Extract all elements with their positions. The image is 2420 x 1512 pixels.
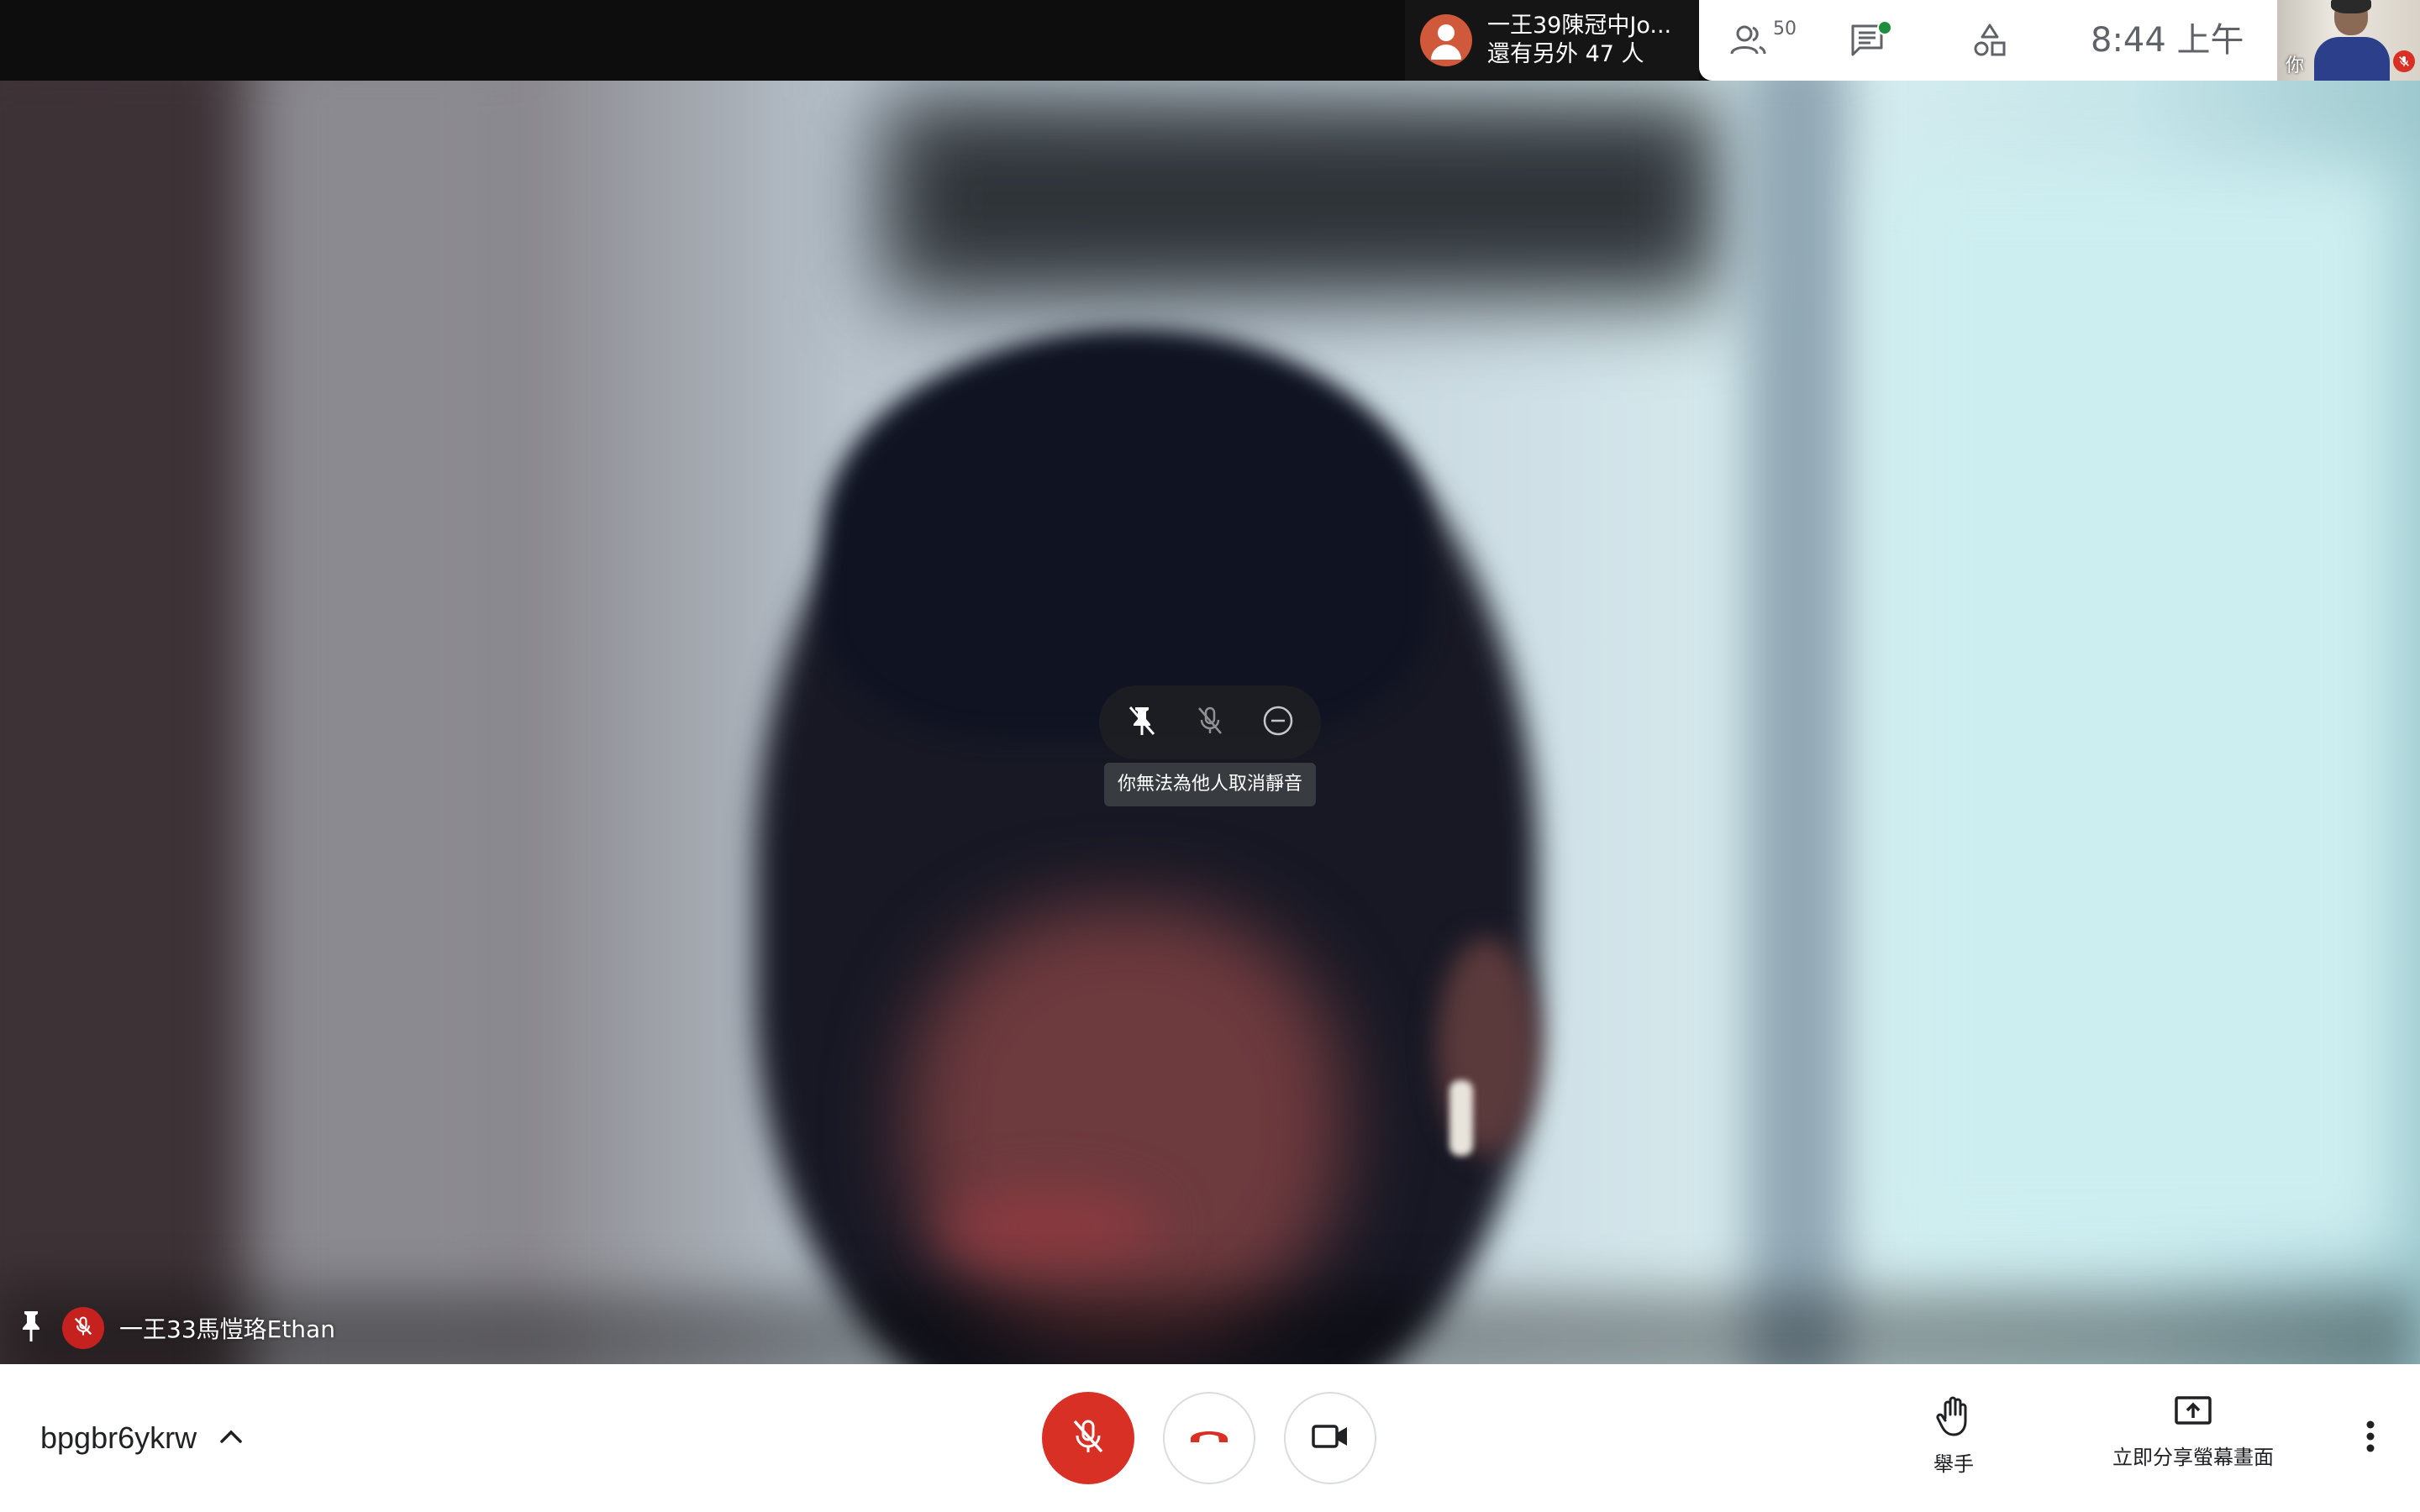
other-participants-count: 還有另外 47 人 (1487, 41, 1644, 67)
presenter-chip[interactable]: 一王39陳冠中Jo... 還有另外 47 人 (1405, 0, 1699, 81)
meeting-details-button[interactable]: bpgbr6ykrw (40, 1364, 244, 1512)
people-count: 50 (1773, 18, 1797, 39)
top-toolbar: 50 8:44 上午 (1699, 0, 2277, 81)
participant-name: 一王33馬愷珞Ethan (119, 1315, 335, 1343)
leave-call-button[interactable] (1163, 1392, 1255, 1484)
hang-up-icon (1187, 1424, 1231, 1453)
unpin-icon (1125, 704, 1159, 742)
mic-off-icon (2393, 50, 2415, 72)
microphone-toggle-button[interactable] (1042, 1392, 1134, 1484)
mic-off-icon (1068, 1416, 1108, 1461)
present-screen-icon (2173, 1394, 2213, 1436)
muted-indicator (62, 1307, 104, 1349)
more-options-button[interactable] (2349, 1411, 2391, 1465)
clock: 8:44 上午 (2091, 21, 2244, 60)
raise-hand-label: 舉手 (1933, 1452, 1974, 1476)
chat-button[interactable] (1817, 0, 1918, 81)
more-vert-icon (2365, 1420, 2375, 1457)
meet-call-window: 一王39陳冠中Jo... 還有另外 47 人 50 8:44 上午 你 你無法為… (0, 0, 2420, 1512)
camera-toggle-button[interactable] (1284, 1392, 1376, 1484)
people-icon (1729, 24, 1770, 57)
activities-button[interactable] (1939, 0, 2040, 81)
raise-hand-icon (1933, 1394, 1974, 1442)
avatar (1420, 14, 1472, 66)
pin-icon[interactable] (18, 1310, 44, 1347)
unpin-button[interactable] (1117, 697, 1167, 748)
participant-name-tag: 一王33馬愷珞Ethan (18, 1307, 335, 1349)
participant-video[interactable]: 你無法為他人取消靜音 一王33馬愷珞Ethan (0, 81, 2420, 1364)
tile-hover-controls (1099, 685, 1321, 759)
present-now-label: 立即分享螢幕畫面 (2112, 1446, 2274, 1469)
unmute-participant-button[interactable] (1185, 697, 1235, 748)
tooltip: 你無法為他人取消靜音 (1104, 763, 1316, 806)
presenter-name: 一王39陳冠中Jo... (1487, 13, 1672, 39)
video-camera-icon (1311, 1422, 1349, 1455)
remove-participant-button[interactable] (1253, 697, 1303, 748)
remove-icon (1261, 704, 1295, 742)
self-view-thumbnail[interactable]: 你 (2277, 0, 2420, 81)
meeting-code: bpgbr6ykrw (40, 1420, 197, 1455)
chevron-up-icon (218, 1428, 244, 1449)
raise-hand-button[interactable]: 舉手 (1926, 1394, 1981, 1477)
mic-off-icon (71, 1315, 95, 1342)
people-button[interactable]: 50 (1699, 0, 1800, 81)
bottom-bar: bpgbr6ykrw 舉手 立即分享螢幕畫面 (0, 1364, 2420, 1512)
present-now-button[interactable]: 立即分享螢幕畫面 (2101, 1394, 2286, 1470)
mic-off-icon (1193, 704, 1227, 742)
self-label: 你 (2286, 55, 2305, 76)
activities-icon (1971, 22, 2008, 59)
unread-dot (1877, 20, 1892, 35)
